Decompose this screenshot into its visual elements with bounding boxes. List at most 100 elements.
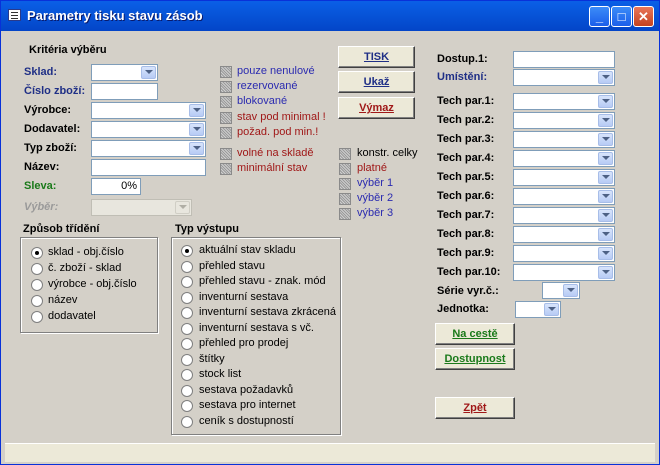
- tech-par-combo[interactable]: [513, 150, 615, 167]
- chevron-down-icon[interactable]: [189, 123, 204, 136]
- radio-button[interactable]: [181, 384, 193, 397]
- chevron-down-icon[interactable]: [598, 228, 613, 241]
- tech-par-combo[interactable]: [513, 226, 615, 243]
- vymaz-button[interactable]: Výmaz: [338, 97, 415, 119]
- checkbox[interactable]: [220, 96, 232, 108]
- title-bar[interactable]: Parametry tisku stavu zásob _ □ ✕: [1, 1, 659, 31]
- chevron-down-icon[interactable]: [598, 71, 613, 84]
- nazev-input[interactable]: [91, 159, 206, 176]
- chevron-down-icon[interactable]: [563, 284, 578, 297]
- tech-par-combo[interactable]: [513, 264, 615, 281]
- tech-par-label: Tech par.1:: [437, 95, 495, 107]
- radio-button[interactable]: [31, 295, 43, 307]
- chevron-down-icon[interactable]: [598, 247, 613, 260]
- status-strip: [5, 443, 655, 462]
- dostupnost-button[interactable]: Dostupnost: [435, 348, 515, 370]
- umisteni-combo[interactable]: [513, 69, 615, 86]
- radio-button[interactable]: [31, 279, 43, 291]
- serie-combo[interactable]: [542, 282, 580, 299]
- radio-button[interactable]: [181, 322, 193, 335]
- checkbox[interactable]: [220, 163, 232, 175]
- cislo-zbozi-input[interactable]: [91, 83, 158, 100]
- radio-button[interactable]: [181, 353, 193, 366]
- chevron-down-icon[interactable]: [598, 190, 613, 203]
- checkbox-label: volné na skladě: [237, 147, 314, 159]
- radio-button[interactable]: [181, 245, 193, 257]
- checkbox-label: platné: [357, 162, 387, 174]
- output-group: aktuální stav skladu přehled stavu přehled…: [171, 237, 341, 435]
- radio-label: přehled stavu - znak. mód: [199, 275, 326, 287]
- radio-button[interactable]: [181, 338, 193, 350]
- chevron-down-icon[interactable]: [598, 209, 613, 222]
- output-heading: Typ výstupu: [175, 223, 239, 235]
- radio-button[interactable]: [31, 311, 43, 323]
- ukaz-button[interactable]: Ukaž: [338, 71, 415, 93]
- radio-button[interactable]: [31, 247, 43, 259]
- vyrobce-label: Výrobce:: [24, 104, 72, 116]
- radio-button[interactable]: [31, 263, 43, 275]
- chevron-down-icon[interactable]: [598, 95, 613, 108]
- checkbox[interactable]: [220, 112, 232, 124]
- dodavatel-combo[interactable]: [91, 121, 206, 138]
- sleva-input[interactable]: 0%: [91, 178, 141, 195]
- vyber-combo: [91, 199, 192, 216]
- chevron-down-icon[interactable]: [598, 152, 613, 165]
- tech-par-combo[interactable]: [513, 245, 615, 262]
- chevron-down-icon[interactable]: [598, 266, 613, 279]
- tech-par-combo[interactable]: [513, 169, 615, 186]
- tisk-button[interactable]: TISK: [338, 46, 415, 68]
- vyrobce-combo[interactable]: [91, 102, 206, 119]
- chevron-down-icon[interactable]: [189, 142, 204, 155]
- chevron-down-icon[interactable]: [598, 133, 613, 146]
- checkbox[interactable]: [220, 127, 232, 139]
- radio-button[interactable]: [181, 307, 193, 319]
- checkbox[interactable]: [339, 148, 351, 160]
- radio-label: inventurní sestava s vč.: [199, 321, 314, 334]
- dostup-label: Dostup.1:: [437, 53, 488, 65]
- checkbox[interactable]: [220, 81, 232, 93]
- tech-par-combo[interactable]: [513, 207, 615, 224]
- zpet-button[interactable]: Zpět: [435, 397, 515, 419]
- checkbox[interactable]: [339, 163, 351, 175]
- window-title: Parametry tisku stavu zásob: [27, 8, 203, 23]
- radio-label: aktuální stav skladu: [199, 244, 296, 256]
- checkbox[interactable]: [339, 178, 351, 190]
- chevron-down-icon[interactable]: [598, 114, 613, 127]
- cislo-zbozi-label: Číslo zboží:: [24, 85, 86, 97]
- typ-zbozi-combo[interactable]: [91, 140, 206, 157]
- sort-heading: Způsob třídění: [23, 223, 100, 235]
- chevron-down-icon[interactable]: [598, 171, 613, 184]
- checkbox-label: minimální stav: [237, 162, 308, 174]
- radio-button[interactable]: [181, 276, 193, 288]
- radio-button[interactable]: [181, 369, 193, 381]
- minimize-button[interactable]: _: [589, 6, 610, 27]
- radio-button[interactable]: [181, 291, 193, 304]
- radio-button[interactable]: [181, 260, 193, 273]
- radio-button[interactable]: [181, 415, 193, 428]
- tech-par-combo[interactable]: [513, 188, 615, 205]
- na-ceste-button[interactable]: Na cestě: [435, 323, 515, 345]
- checkbox[interactable]: [220, 66, 232, 78]
- radio-label: sestava požadavků: [199, 383, 294, 396]
- tech-par-combo[interactable]: [513, 93, 615, 110]
- sklad-combo[interactable]: [91, 64, 158, 81]
- radio-button[interactable]: [181, 400, 193, 412]
- checkbox[interactable]: [339, 193, 351, 205]
- umisteni-label: Umístění:: [437, 71, 488, 83]
- jednotka-combo[interactable]: [515, 301, 561, 318]
- tech-par-combo[interactable]: [513, 131, 615, 148]
- form-body: Kritéria výběru Sklad: Číslo zboží: Výro…: [5, 31, 655, 461]
- typ-zbozi-label: Typ zboží:: [24, 142, 77, 154]
- checkbox[interactable]: [339, 208, 351, 220]
- radio-label: štítky: [199, 352, 225, 365]
- tech-par-combo[interactable]: [513, 112, 615, 129]
- chevron-down-icon[interactable]: [141, 66, 156, 79]
- dostup-input[interactable]: [513, 51, 615, 68]
- criteria-heading: Kritéria výběru: [29, 44, 107, 56]
- tech-par-label: Tech par.10:: [437, 266, 501, 278]
- chevron-down-icon[interactable]: [544, 303, 559, 316]
- close-button[interactable]: ✕: [633, 6, 654, 27]
- checkbox[interactable]: [220, 148, 232, 160]
- chevron-down-icon[interactable]: [189, 104, 204, 117]
- maximize-button[interactable]: □: [611, 6, 632, 27]
